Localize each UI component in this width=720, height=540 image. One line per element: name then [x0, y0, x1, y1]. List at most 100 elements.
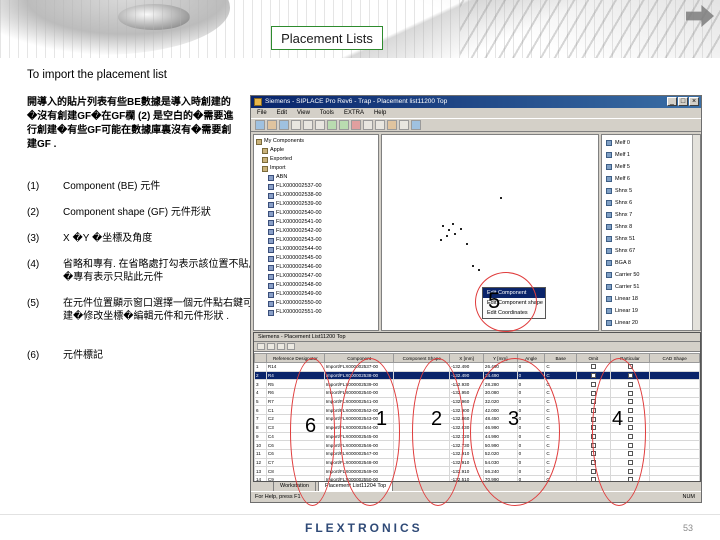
list-item[interactable]: Linear 20: [606, 317, 638, 328]
menu-help[interactable]: Help: [374, 108, 386, 118]
table-cell[interactable]: -132.490: [449, 362, 484, 372]
tree-item[interactable]: My Components: [256, 137, 304, 146]
maximize-icon[interactable]: □: [678, 97, 688, 106]
table-cell[interactable]: [649, 370, 700, 381]
tree-item[interactable]: Apple: [262, 146, 284, 155]
list-item[interactable]: Carrier 51: [606, 281, 639, 292]
table-cell[interactable]: 2: [254, 370, 267, 381]
column-header[interactable]: [254, 353, 267, 363]
table-cell[interactable]: [649, 405, 700, 416]
list-item[interactable]: Carrier 50: [606, 269, 639, 280]
paste-icon[interactable]: [315, 120, 325, 130]
column-header[interactable]: X [mm]: [449, 353, 484, 363]
list-item[interactable]: Melf 0: [606, 137, 630, 148]
placement-marker[interactable]: [500, 197, 502, 199]
list-item[interactable]: BGA 8: [606, 257, 631, 268]
copy-icon[interactable]: [303, 120, 313, 130]
placement-marker[interactable]: [472, 265, 474, 267]
table-cell[interactable]: 3: [254, 379, 267, 390]
column-header[interactable]: CAD Shape: [649, 353, 700, 363]
add-row-icon[interactable]: [257, 343, 265, 350]
menu-extra[interactable]: EXTRA: [344, 108, 364, 118]
list-item[interactable]: Melf 1: [606, 149, 630, 160]
tree-item[interactable]: Exported: [262, 155, 292, 164]
table-cell[interactable]: 8: [254, 422, 267, 433]
table-cell[interactable]: [649, 379, 700, 390]
redo-icon[interactable]: [339, 120, 349, 130]
table-cell[interactable]: 12: [254, 457, 267, 468]
tree-item[interactable]: FLX000002540-00: [268, 209, 322, 218]
placement-marker[interactable]: [460, 228, 462, 230]
table-cell[interactable]: 4: [254, 388, 267, 398]
list-item[interactable]: Linear 18: [606, 293, 638, 304]
column-header[interactable]: Omit: [576, 353, 611, 363]
list-item[interactable]: Shnx 8: [606, 221, 632, 232]
table-cell[interactable]: [649, 457, 700, 468]
new-icon[interactable]: [255, 120, 265, 130]
save-icon[interactable]: [279, 120, 289, 130]
tree-item[interactable]: FLX000002544-00: [268, 245, 322, 254]
table-cell[interactable]: 6: [254, 405, 267, 416]
delete-icon[interactable]: [351, 120, 361, 130]
placement-marker[interactable]: [454, 233, 456, 235]
menu-edit[interactable]: Edit: [277, 108, 287, 118]
minimize-icon[interactable]: _: [667, 97, 677, 106]
list-item[interactable]: Shnx 67: [606, 245, 635, 256]
table-cell[interactable]: 9: [254, 431, 267, 442]
table-cell[interactable]: 10: [254, 440, 267, 450]
open-icon[interactable]: [267, 120, 277, 130]
table-cell[interactable]: 1: [254, 362, 267, 372]
table-cell[interactable]: 5: [254, 396, 267, 407]
table-cell[interactable]: [649, 388, 700, 398]
delete-row-icon[interactable]: [267, 343, 275, 350]
tree-item[interactable]: FLX000002538-00: [268, 191, 322, 200]
checkbox[interactable]: [591, 381, 597, 387]
tree-item[interactable]: FLX000002542-00: [268, 227, 322, 236]
checkbox[interactable]: [591, 364, 597, 370]
zoom-out-icon[interactable]: [375, 120, 385, 130]
menu-tools[interactable]: Tools: [320, 108, 334, 118]
table-cell[interactable]: [649, 466, 700, 476]
table-cell[interactable]: 11: [254, 448, 267, 459]
list-item[interactable]: Shnx 51: [606, 233, 635, 244]
tree-item[interactable]: FLX000002548-00: [268, 281, 322, 290]
placement-marker[interactable]: [446, 235, 448, 237]
menu-file[interactable]: File: [257, 108, 267, 118]
table-cell[interactable]: [649, 422, 700, 433]
tree-item[interactable]: Import: [262, 164, 286, 173]
list-item[interactable]: Linear 19: [606, 305, 638, 316]
properties-icon[interactable]: [387, 120, 397, 130]
help-icon[interactable]: [411, 120, 421, 130]
placement-marker[interactable]: [452, 223, 454, 225]
tree-item[interactable]: FLX000002551-00: [268, 308, 322, 317]
tree-item[interactable]: FLX000002547-00: [268, 272, 322, 281]
table-cell[interactable]: [649, 448, 700, 459]
filter-icon[interactable]: [287, 343, 295, 350]
zoom-in-icon[interactable]: [363, 120, 373, 130]
list-item[interactable]: Shnx 6: [606, 197, 632, 208]
tree-item[interactable]: FLX000002539-00: [268, 200, 322, 209]
table-cell[interactable]: C: [544, 370, 578, 381]
tree-item[interactable]: ABN: [268, 173, 287, 182]
list-item[interactable]: Shnx 7: [606, 209, 632, 220]
table-cell[interactable]: [649, 362, 700, 372]
cut-icon[interactable]: [291, 120, 301, 130]
column-header[interactable]: Base: [544, 353, 578, 363]
tree-item[interactable]: FLX000002541-00: [268, 218, 322, 227]
tree-item[interactable]: FLX000002537-00: [268, 182, 322, 191]
table-cell[interactable]: C: [544, 362, 578, 372]
table-cell[interactable]: [649, 440, 700, 450]
tree-item[interactable]: FLX000002543-00: [268, 236, 322, 245]
checkbox[interactable]: [591, 373, 597, 379]
window-titlebar[interactable]: Siemens - SIPLACE Pro Rev6 - Trap - Plac…: [251, 96, 701, 108]
column-header[interactable]: Component: [323, 353, 395, 363]
sort-icon[interactable]: [277, 343, 285, 350]
list-scrollbar[interactable]: [692, 135, 700, 330]
list-item[interactable]: Melf 5: [606, 161, 630, 172]
menu-view[interactable]: View: [297, 108, 310, 118]
table-cell[interactable]: [649, 414, 700, 424]
tree-item[interactable]: FLX000002545-00: [268, 254, 322, 263]
table-cell[interactable]: 7: [254, 414, 267, 424]
tree-item[interactable]: FLX000002546-00: [268, 263, 322, 272]
table-cell[interactable]: [649, 431, 700, 442]
